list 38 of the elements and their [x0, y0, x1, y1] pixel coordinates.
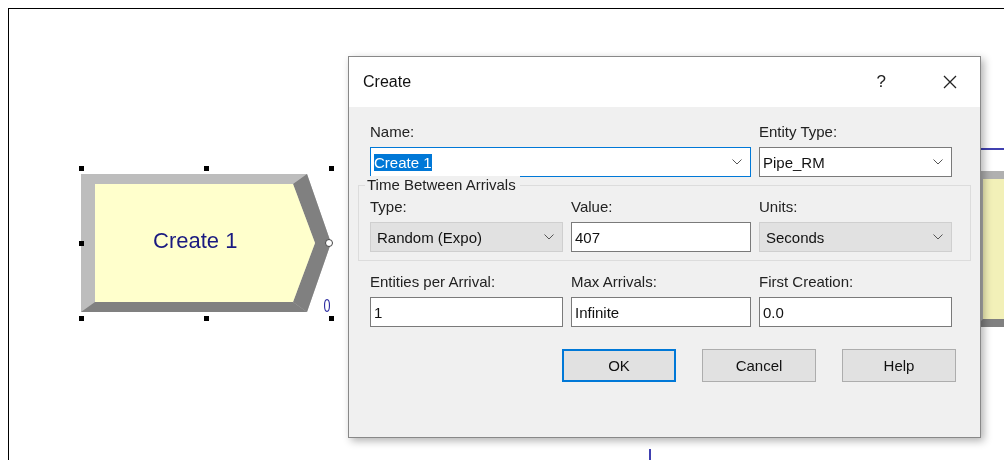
chevron-down-icon — [933, 159, 943, 165]
exit-port-icon — [324, 238, 334, 248]
input-field[interactable]: 1 — [370, 297, 563, 327]
field-label: Entity Type: — [759, 122, 839, 142]
close-icon[interactable] — [942, 74, 958, 90]
field-label: First Creation: — [759, 272, 855, 292]
selection-handle[interactable] — [79, 241, 84, 246]
input-field[interactable]: 0.0 — [759, 297, 952, 327]
field-label: Value: — [571, 197, 614, 217]
selection-handle[interactable] — [79, 316, 84, 321]
connector-line — [649, 449, 651, 460]
selection-handle[interactable] — [204, 166, 209, 171]
help-button[interactable]: ? — [876, 72, 886, 92]
input-field[interactable]: 407 — [571, 222, 751, 252]
chevron-down-icon — [544, 234, 554, 240]
dropdown-field[interactable]: Seconds — [759, 222, 952, 252]
field-label: Entities per Arrival: — [370, 272, 497, 292]
dialog-button[interactable]: Cancel — [702, 349, 816, 382]
input-field[interactable]: Infinite — [571, 297, 751, 327]
field-label: Max Arrivals: — [571, 272, 658, 292]
module-count: 0 — [323, 296, 331, 317]
dialog-button[interactable]: Help — [842, 349, 956, 382]
selection-handle[interactable] — [329, 316, 334, 321]
chevron-down-icon — [933, 234, 943, 240]
field-label: Type: — [370, 197, 408, 217]
dialog-title: Create — [363, 73, 413, 91]
field-label: Units: — [759, 197, 799, 217]
selection-handle[interactable] — [204, 316, 209, 321]
dropdown-field[interactable]: Create 1 — [370, 147, 751, 177]
dialog-button[interactable]: OK — [562, 349, 676, 382]
selection-handle[interactable] — [79, 166, 84, 171]
module-label: Create 1 — [153, 228, 238, 254]
field-label: Name: — [370, 122, 416, 142]
group-title: Time Between Arrivals — [365, 176, 520, 193]
chevron-down-icon — [732, 159, 742, 165]
selection-handle[interactable] — [329, 166, 334, 171]
dropdown-field[interactable]: Pipe_RM — [759, 147, 952, 177]
dropdown-field[interactable]: Random (Expo) — [370, 222, 563, 252]
